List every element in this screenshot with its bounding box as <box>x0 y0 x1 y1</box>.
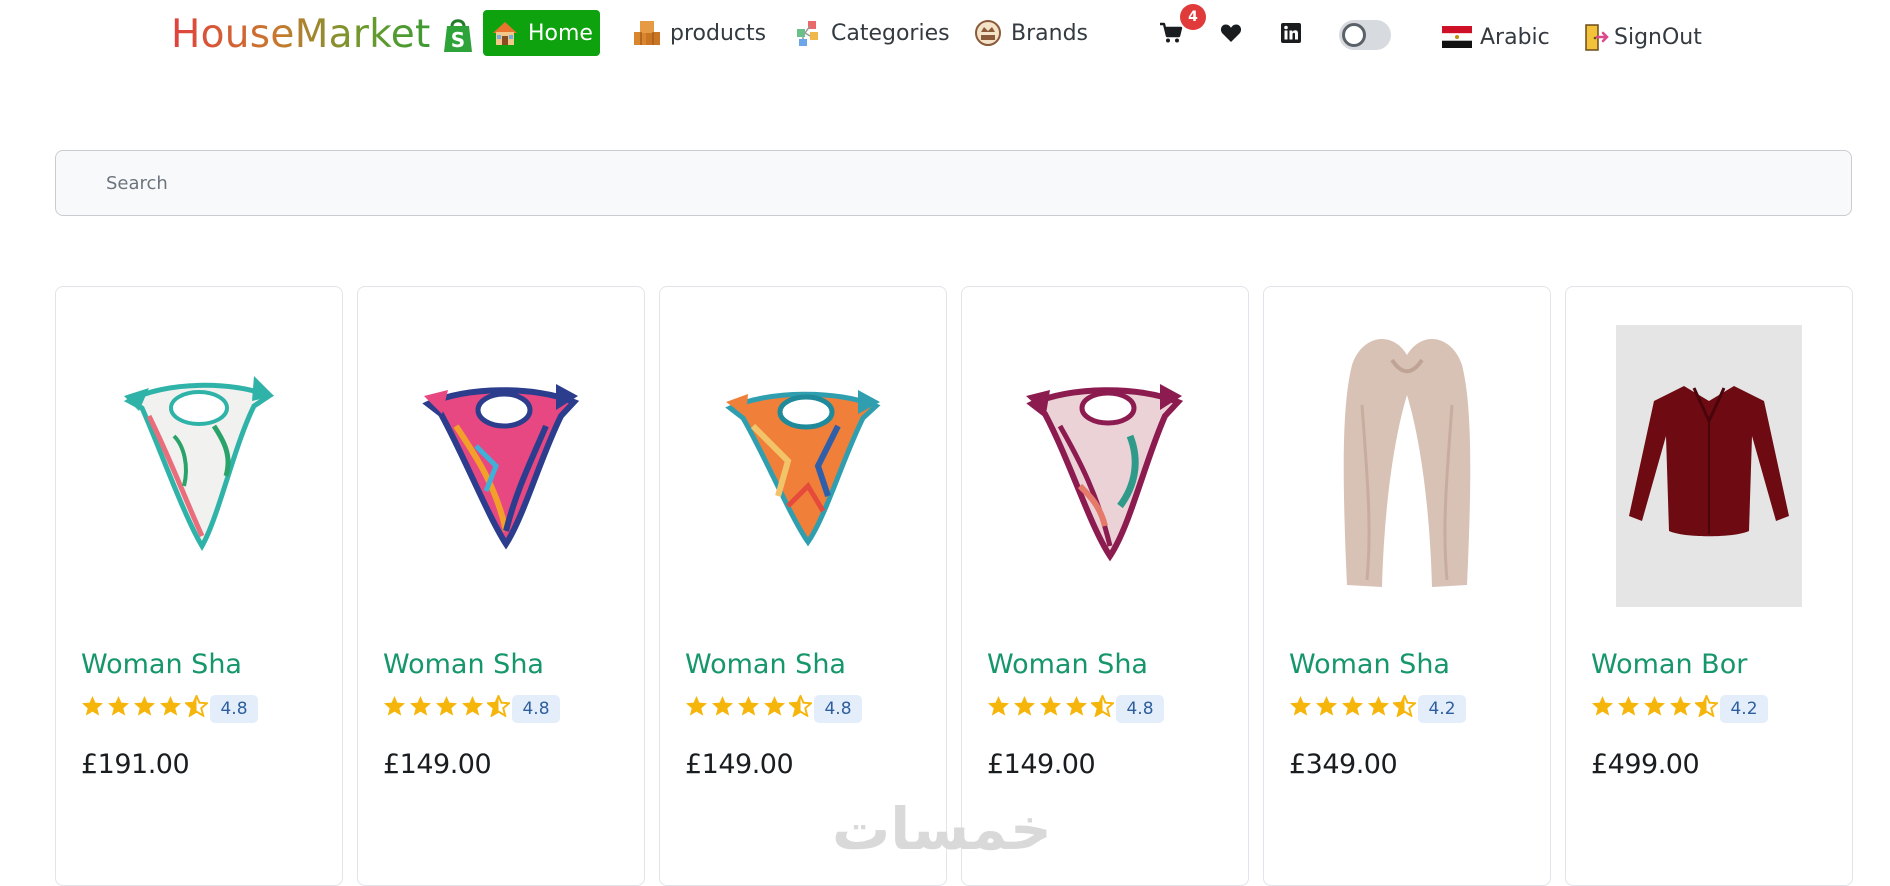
star-icon <box>461 695 484 721</box>
categories-icon <box>793 18 823 48</box>
product-price: £349.00 <box>1289 749 1398 780</box>
star-icon <box>81 695 104 721</box>
brand-logo[interactable]: HouseMarket S <box>171 12 475 57</box>
language-switch[interactable]: Arabic <box>1436 14 1556 60</box>
star-icon <box>1591 695 1614 721</box>
star-icon <box>1315 695 1338 721</box>
rating-stars <box>1289 693 1418 721</box>
star-icon <box>685 695 708 721</box>
product-title[interactable]: Woman Bor <box>1591 649 1747 680</box>
watermark: خمسات <box>832 795 1052 863</box>
star-icon <box>159 695 182 721</box>
house-icon <box>490 18 520 48</box>
rating-badge: 4.8 <box>814 695 862 723</box>
product-title[interactable]: Woman Sha <box>987 649 1148 680</box>
rating-badge: 4.8 <box>1116 695 1164 723</box>
rating-stars <box>685 693 814 721</box>
star-icon <box>987 695 1010 721</box>
rating-stars <box>987 693 1116 721</box>
nav-products-label: products <box>670 20 767 46</box>
half-star-icon <box>485 693 512 721</box>
egypt-flag-icon <box>1442 22 1472 52</box>
star-icon <box>1669 695 1692 721</box>
star-icon <box>737 695 760 721</box>
rating-badge: 4.2 <box>1720 695 1768 723</box>
product-card[interactable]: Woman Sha 4.2 £349.00 <box>1263 286 1551 886</box>
language-label: Arabic <box>1480 24 1550 50</box>
rating-stars <box>1591 693 1720 721</box>
nav-home-link[interactable]: Home <box>483 10 600 56</box>
nav-brands-label: Brands <box>1011 20 1088 46</box>
product-image[interactable] <box>708 325 898 607</box>
nav-home-label: Home <box>528 20 593 46</box>
half-star-icon <box>787 693 814 721</box>
signout-label: SignOut <box>1614 24 1702 50</box>
linkedin-link[interactable] <box>1276 20 1306 50</box>
product-price: £149.00 <box>685 749 794 780</box>
product-card[interactable]: Woman Sha 4.8 £191.00 <box>55 286 343 886</box>
product-price: £149.00 <box>987 749 1096 780</box>
star-icon <box>1289 695 1312 721</box>
product-image[interactable] <box>406 325 596 607</box>
star-icon <box>763 695 786 721</box>
product-card[interactable]: Woman Bor 4.2 £499.00 <box>1565 286 1853 886</box>
half-star-icon <box>1693 693 1720 721</box>
product-title[interactable]: Woman Sha <box>1289 649 1450 680</box>
nav-categories-link[interactable]: Categories <box>787 10 956 56</box>
product-image[interactable] <box>104 325 294 607</box>
product-image[interactable] <box>1010 325 1200 607</box>
star-icon <box>435 695 458 721</box>
product-price: £149.00 <box>383 749 492 780</box>
product-price: £191.00 <box>81 749 190 780</box>
signout-button[interactable]: SignOut <box>1574 14 1708 60</box>
search-input[interactable] <box>56 151 1851 215</box>
star-icon <box>1039 695 1062 721</box>
rating-badge: 4.2 <box>1418 695 1466 723</box>
rating-badge: 4.8 <box>210 695 258 723</box>
star-icon <box>409 695 432 721</box>
product-price: £499.00 <box>1591 749 1700 780</box>
star-icon <box>1065 695 1088 721</box>
rating-badge: 4.8 <box>512 695 560 723</box>
product-title[interactable]: Woman Sha <box>383 649 544 680</box>
rating-stars <box>81 693 210 721</box>
star-icon <box>711 695 734 721</box>
linkedin-icon <box>1281 23 1301 47</box>
star-icon <box>133 695 156 721</box>
brand-name: HouseMarket <box>171 12 431 57</box>
search-bar <box>55 150 1852 216</box>
shopping-bag-icon: S <box>441 16 475 54</box>
star-icon <box>383 695 406 721</box>
star-icon <box>1341 695 1364 721</box>
nav-categories-label: Categories <box>831 20 950 46</box>
nav-brands-link[interactable]: Brands <box>967 10 1094 56</box>
star-icon <box>1013 695 1036 721</box>
dark-mode-toggle[interactable] <box>1339 20 1391 50</box>
half-star-icon <box>1089 693 1116 721</box>
star-icon <box>107 695 130 721</box>
product-image[interactable] <box>1312 325 1502 607</box>
cart-icon <box>1159 22 1183 48</box>
star-icon <box>1367 695 1390 721</box>
svg-text:S: S <box>450 28 464 52</box>
product-title[interactable]: Woman Sha <box>81 649 242 680</box>
star-icon <box>1643 695 1666 721</box>
brand-badge-icon <box>973 18 1003 48</box>
cart-count-badge: 4 <box>1180 4 1206 30</box>
star-icon <box>1617 695 1640 721</box>
nav-products-link[interactable]: products <box>626 10 772 56</box>
toggle-knob <box>1342 23 1366 47</box>
product-card[interactable]: Woman Sha 4.8 £149.00 <box>357 286 645 886</box>
navbar: HouseMarket S Home products Categories B… <box>0 0 1890 70</box>
boxes-icon <box>632 18 662 48</box>
rating-stars <box>383 693 512 721</box>
exit-door-icon <box>1580 22 1610 52</box>
wishlist-button[interactable] <box>1216 20 1246 50</box>
product-image[interactable] <box>1616 325 1802 607</box>
half-star-icon <box>183 693 210 721</box>
heart-icon <box>1220 23 1242 47</box>
half-star-icon <box>1391 693 1418 721</box>
product-title[interactable]: Woman Sha <box>685 649 846 680</box>
